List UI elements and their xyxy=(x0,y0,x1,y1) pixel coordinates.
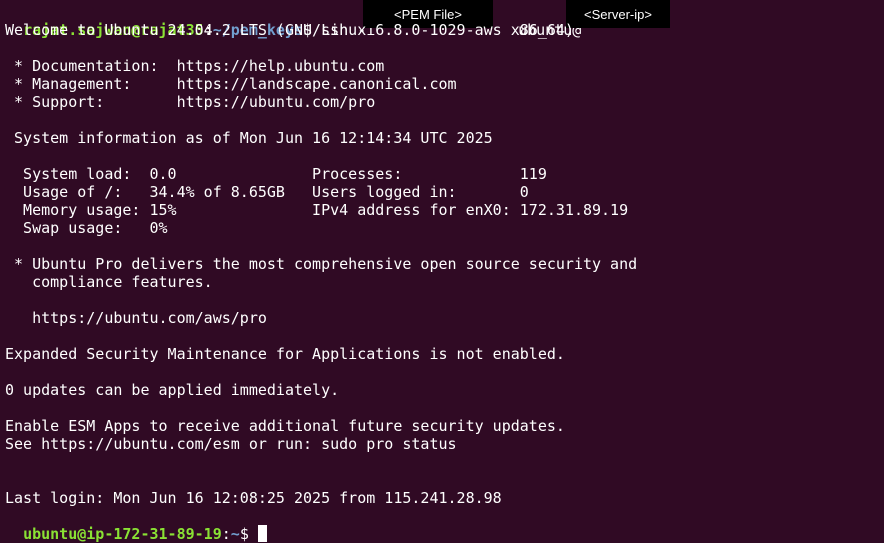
support-line: * Support: https://ubuntu.com/pro xyxy=(5,93,376,111)
last-login-line: Last login: Mon Jun 16 12:08:25 2025 fro… xyxy=(5,489,502,507)
memory-usage-line: Memory usage: 15% IPv4 address for enX0:… xyxy=(5,201,629,219)
remote-prompt-path: ~ xyxy=(230,525,240,543)
ubuntu-pro-url: https://ubuntu.com/aws/pro xyxy=(5,309,267,327)
ubuntu-pro-line-2: compliance features. xyxy=(5,273,213,291)
server-ip-placeholder: <Server-ip> xyxy=(584,6,652,22)
updates-line: 0 updates can be applied immediately. xyxy=(5,381,340,399)
esm-status-line: Expanded Security Maintenance for Applic… xyxy=(5,345,565,363)
remote-prompt-symbol: $ xyxy=(239,525,258,543)
esm-apps-line: Enable ESM Apps to receive additional fu… xyxy=(5,417,565,435)
documentation-line: * Documentation: https://help.ubuntu.com xyxy=(5,57,385,75)
local-prompt-line: rajat.sajwan@rajat35:~/pem_keys$ ssh -i xyxy=(5,3,384,39)
system-load-line: System load: 0.0 Processes: 119 xyxy=(5,165,547,183)
remote-prompt-separator: : xyxy=(221,525,231,543)
esm-see-line: See https://ubuntu.com/esm or run: sudo … xyxy=(5,435,457,453)
swap-usage-line: Swap usage: 0% xyxy=(5,219,168,237)
remote-prompt-line[interactable]: ubuntu@ip-172-31-89-19:~$ xyxy=(5,507,267,543)
management-line: * Management: https://landscape.canonica… xyxy=(5,75,457,93)
pem-file-placeholder: <PEM File> xyxy=(394,6,462,22)
terminal-cursor[interactable] xyxy=(257,525,267,542)
welcome-line: Welcome to Ubuntu 24.04.2 LTS (GNU/Linux… xyxy=(5,21,574,39)
system-info-header: System information as of Mon Jun 16 12:1… xyxy=(5,129,493,147)
server-ip-redaction: <Server-ip> xyxy=(566,0,670,28)
remote-prompt-user-host: ubuntu@ip-172-31-89-19 xyxy=(23,525,222,543)
ubuntu-pro-line-1: * Ubuntu Pro delivers the most comprehen… xyxy=(5,255,638,273)
disk-usage-line: Usage of /: 34.4% of 8.65GB Users logged… xyxy=(5,183,529,201)
